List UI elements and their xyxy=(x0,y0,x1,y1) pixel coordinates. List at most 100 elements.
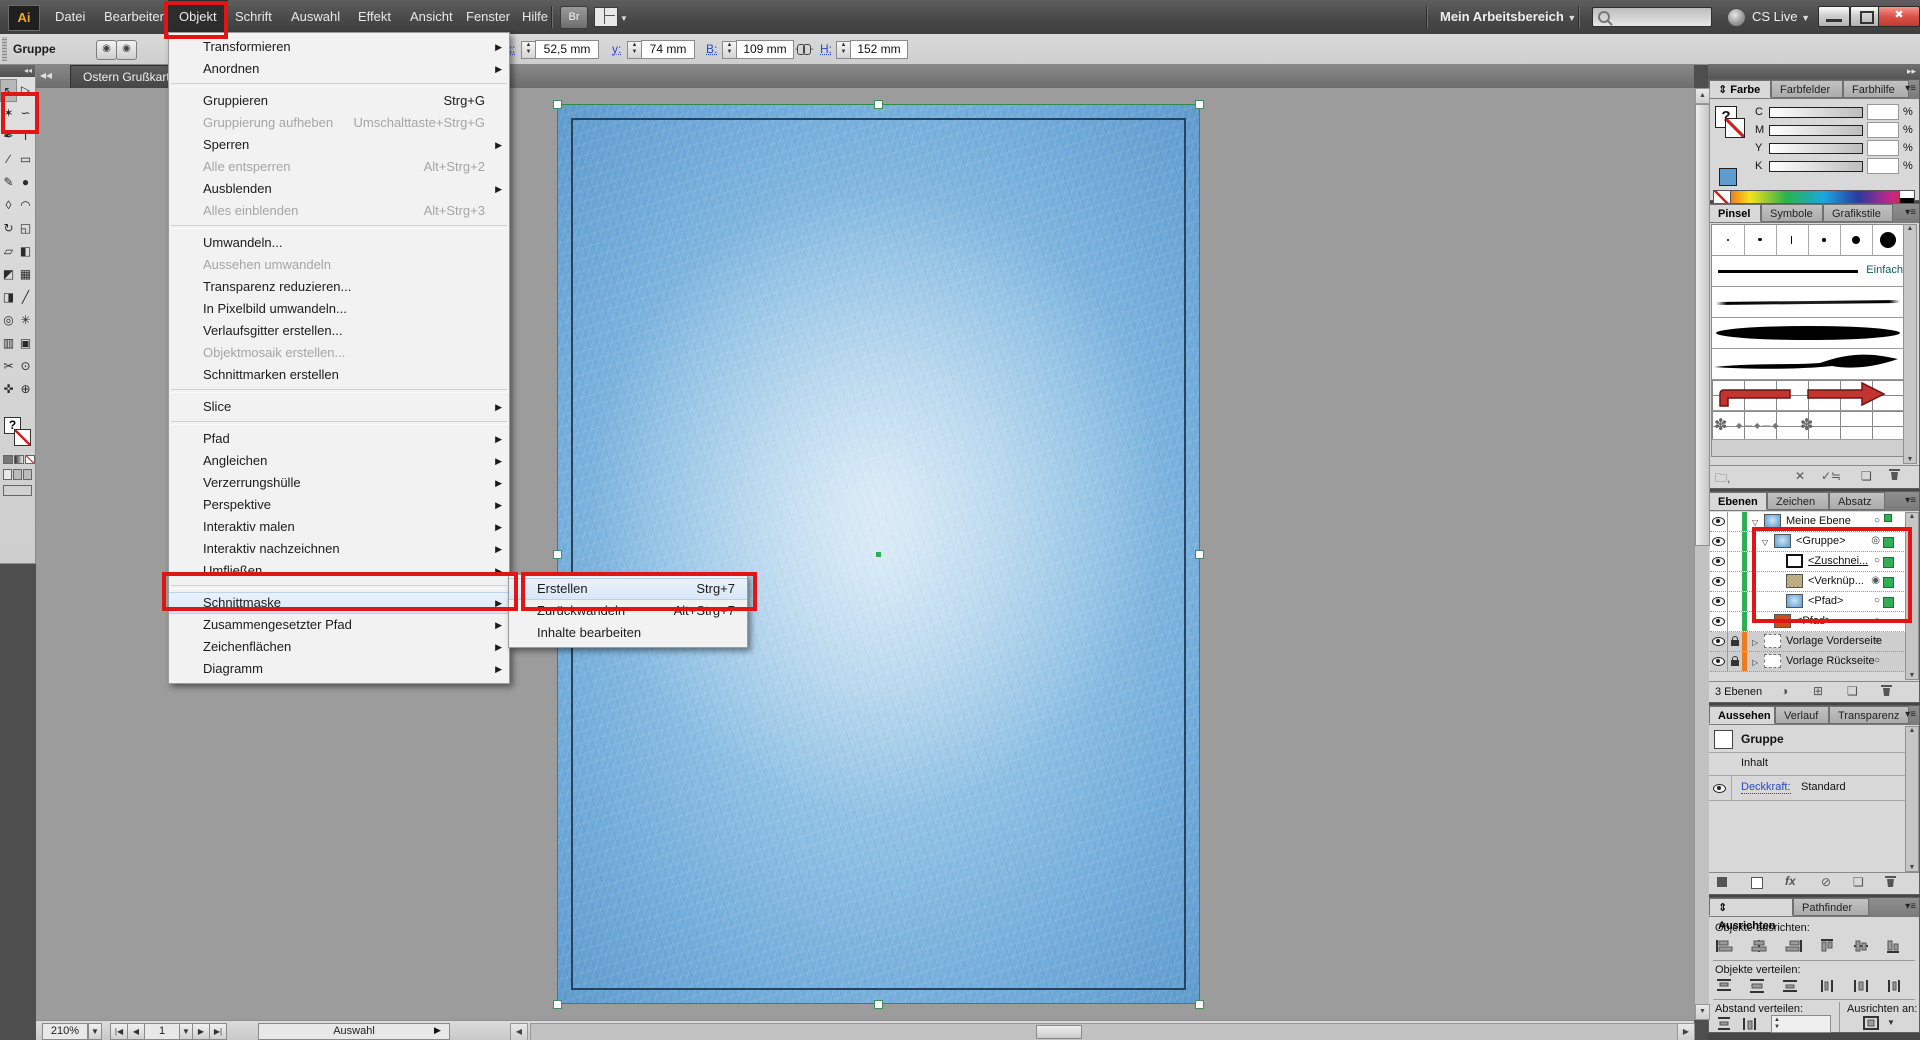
layer-name[interactable]: Vorlage Rückseite xyxy=(1786,655,1875,667)
menu-item-in-pixelbild-umwandeln[interactable]: In Pixelbild umwandeln... xyxy=(169,298,509,320)
brush-swatch[interactable] xyxy=(1872,225,1904,255)
black-value-field[interactable] xyxy=(1867,158,1899,174)
brush-swatch[interactable] xyxy=(1840,225,1873,255)
print-tiling-tool[interactable]: ⊕ xyxy=(17,378,34,401)
opacity-link[interactable]: Deckkraft: xyxy=(1741,781,1791,794)
draw-behind-button[interactable] xyxy=(13,469,22,480)
tab-farbe[interactable]: ⇕ Farbe xyxy=(1709,80,1771,98)
vertical-distribute-space-button[interactable] xyxy=(1715,1016,1737,1032)
variable-width-profile-button[interactable]: ◉ xyxy=(96,40,117,60)
menu-item-schnittmarken-erstellen[interactable]: Schnittmarken erstellen xyxy=(169,364,509,386)
menu-item-perspektive[interactable]: Perspektive▶ xyxy=(169,494,509,516)
align-vcenter-button[interactable] xyxy=(1852,938,1874,954)
add-effect-icon[interactable]: fx xyxy=(1785,874,1796,888)
tab-pathfinder[interactable]: Pathfinder xyxy=(1793,898,1869,916)
panel-menu-icon[interactable]: ▾≡ xyxy=(1905,709,1916,720)
blob-brush-tool[interactable]: ● xyxy=(17,171,34,194)
eraser-tool[interactable]: ◊ xyxy=(0,194,17,217)
none-mode-button[interactable] xyxy=(25,455,35,464)
menu-item-gruppieren[interactable]: GruppierenStrg+G xyxy=(169,90,509,112)
scroll-down-icon[interactable]: ▼ xyxy=(1695,1004,1710,1020)
yellow-slider[interactable] xyxy=(1769,143,1863,154)
selection-handle-top-center[interactable] xyxy=(874,100,883,109)
align-to-selection-button[interactable] xyxy=(1861,1015,1883,1031)
target-circle-icon[interactable]: ○ xyxy=(1874,595,1880,606)
brush-row-einfach[interactable]: Einfach xyxy=(1712,256,1908,287)
tab-farbfelder[interactable]: Farbfelder xyxy=(1771,80,1843,98)
menu-item-interaktiv-malen[interactable]: Interaktiv malen▶ xyxy=(169,516,509,538)
appearance-row-gruppe[interactable]: Gruppe xyxy=(1709,726,1919,753)
artboard-tool[interactable]: ▣ xyxy=(17,332,34,355)
tab-symbole[interactable]: Symbole xyxy=(1761,204,1823,222)
selection-tool[interactable]: ↖ xyxy=(0,79,17,102)
vertical-scrollbar[interactable]: ▲ ▼ xyxy=(1694,88,1709,1020)
visibility-eye-icon[interactable] xyxy=(1712,517,1725,526)
paintbrush-tool[interactable]: ✎ xyxy=(0,171,17,194)
gradient-tool[interactable]: ◨ xyxy=(0,286,17,309)
distribute-right-button[interactable] xyxy=(1885,978,1907,994)
menu-objekt[interactable]: Objekt xyxy=(168,0,228,33)
align-bottom-button[interactable] xyxy=(1885,938,1907,954)
menu-item-transparenz-reduzieren[interactable]: Transparenz reduzieren... xyxy=(169,276,509,298)
visibility-eye-icon[interactable] xyxy=(1712,617,1725,626)
ebenen-scrollbar[interactable]: ▲ ▼ xyxy=(1905,512,1919,680)
target-circle-icon[interactable]: ○ xyxy=(1874,635,1880,646)
scroll-left-icon[interactable]: ◀ xyxy=(510,1023,528,1040)
symbol-sprayer-tool[interactable]: ✳ xyxy=(17,309,34,332)
selection-handle-bottom-center[interactable] xyxy=(874,1000,883,1009)
magenta-slider[interactable] xyxy=(1769,125,1863,136)
new-fill-icon[interactable] xyxy=(1751,877,1763,889)
menu-item-transformieren[interactable]: Transformieren▶ xyxy=(169,36,509,58)
y-spinner[interactable]: ▲▼ xyxy=(627,41,642,59)
cyan-slider[interactable] xyxy=(1769,107,1863,118)
selection-handle-top-right[interactable] xyxy=(1195,100,1204,109)
page-number-field[interactable]: 1 xyxy=(144,1023,180,1040)
expand-triangle-icon[interactable]: ▷ xyxy=(1752,658,1758,667)
new-brush-icon[interactable]: ❏ xyxy=(1861,469,1872,483)
status-menu-arrow-icon[interactable]: ▶ xyxy=(434,1025,441,1036)
draw-normal-button[interactable] xyxy=(3,469,12,480)
height-field[interactable]: 152 mm xyxy=(850,40,908,59)
type-tool[interactable]: T xyxy=(17,125,34,148)
line-tool[interactable]: ∕ xyxy=(0,148,17,171)
distribute-hcenter-button[interactable] xyxy=(1852,978,1874,994)
lasso-tool[interactable]: ∽ xyxy=(17,102,34,125)
layer-name[interactable]: Meine Ebene xyxy=(1786,515,1851,527)
brush-swatch[interactable] xyxy=(1808,225,1841,255)
visibility-eye-icon[interactable] xyxy=(1712,597,1725,606)
distribute-left-button[interactable] xyxy=(1819,978,1841,994)
horizontal-distribute-space-button[interactable] xyxy=(1741,1016,1763,1032)
menu-item-anordnen[interactable]: Anordnen▶ xyxy=(169,58,509,80)
layer-row-pfad-2[interactable]: <Pfad> ○ xyxy=(1710,612,1906,632)
delete-item-icon[interactable] xyxy=(1885,876,1896,890)
tab-transparenz[interactable]: Transparenz xyxy=(1829,706,1909,724)
graph-tool[interactable]: ▥ xyxy=(0,332,17,355)
layer-row-pfad[interactable]: <Pfad> ○ xyxy=(1710,592,1906,612)
menu-item-umfliessen[interactable]: Umfließen▶ xyxy=(169,560,509,582)
cs-live-menu[interactable]: CS Live ▼ xyxy=(1752,0,1810,33)
menu-item-umwandeln[interactable]: Umwandeln... xyxy=(169,232,509,254)
eyedropper-tool[interactable]: ╱ xyxy=(17,286,34,309)
scroll-down-icon[interactable]: ▼ xyxy=(1904,456,1916,463)
pen-tool[interactable]: ✒ xyxy=(0,125,17,148)
target-circle-icon[interactable]: ○ xyxy=(1874,615,1880,626)
link-dimensions-icon[interactable]: -- xyxy=(795,44,817,56)
x-spinner[interactable]: ▲▼ xyxy=(521,41,536,59)
recolor-artwork-button[interactable]: ◉ xyxy=(116,40,137,60)
menu-bearbeiten[interactable]: Bearbeiten xyxy=(93,0,178,33)
distribute-bottom-button[interactable] xyxy=(1781,978,1803,994)
visibility-eye-icon[interactable] xyxy=(1713,784,1726,793)
layer-name[interactable]: <Pfad> xyxy=(1796,615,1831,627)
selection-handle-bottom-right[interactable] xyxy=(1195,1000,1204,1009)
make-clipping-mask-icon[interactable]: ◑ xyxy=(1781,684,1788,698)
width-tool[interactable]: ◠ xyxy=(17,194,34,217)
distribute-vcenter-button[interactable] xyxy=(1748,978,1770,994)
target-circle-icon[interactable]: ○ xyxy=(1874,515,1880,526)
screen-mode-button[interactable] xyxy=(3,485,32,496)
brush-swatch[interactable] xyxy=(1744,225,1777,255)
height-field-label[interactable]: H: xyxy=(820,34,832,64)
menu-item-verlaufsgitter-erstellen[interactable]: Verlaufsgitter erstellen... xyxy=(169,320,509,342)
menu-item-slice[interactable]: Slice▶ xyxy=(169,396,509,418)
clear-appearance-icon[interactable]: ⊘ xyxy=(1821,875,1831,889)
magenta-value-field[interactable] xyxy=(1867,122,1899,138)
